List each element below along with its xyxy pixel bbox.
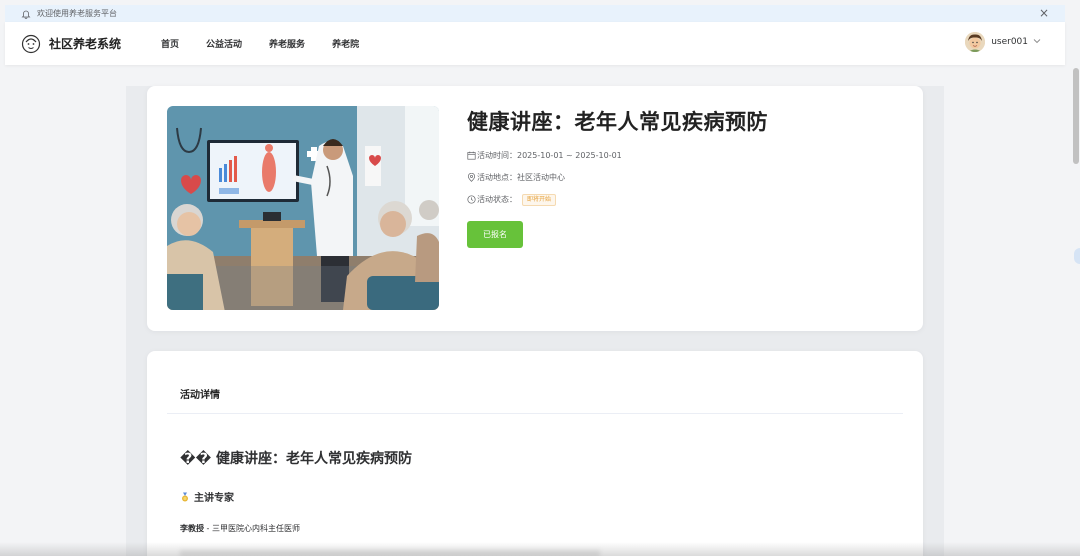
location-pin-icon	[467, 173, 476, 182]
username: user001	[991, 37, 1028, 47]
time-value: 2025-10-01 ~ 2025-10-01	[517, 151, 622, 160]
menu-item-elder-service[interactable]: 养老服务	[269, 37, 305, 50]
activity-title: 健康讲座：老年人常见疾病预防	[467, 110, 768, 134]
activity-status-row: 活动状态： 即将开始	[467, 193, 557, 206]
close-icon[interactable]: ×	[1039, 7, 1049, 20]
user-menu[interactable]: user001	[965, 32, 1041, 52]
notice-bar: 欢迎使用养老服务平台 ×	[5, 5, 1065, 22]
expert-line: 李教授 - 三甲医院心内科主任医师	[180, 523, 300, 534]
avatar	[965, 32, 986, 52]
activity-time-row: 活动时间： 2025-10-01 ~ 2025-10-01	[467, 150, 622, 161]
brand-title: 社区养老系统	[49, 37, 122, 51]
medal-icon	[180, 492, 190, 502]
menu-item-charity[interactable]: 公益活动	[206, 37, 242, 50]
side-float-tab[interactable]	[1074, 248, 1080, 264]
calendar-icon	[467, 151, 476, 160]
expert-name: 李教授	[180, 524, 204, 533]
status-badge: 即将开始	[522, 193, 557, 206]
main-menu: 首页 公益活动 养老服务 养老院	[161, 37, 386, 50]
details-heading: 活动详情	[180, 390, 220, 401]
time-label: 活动时间：	[477, 151, 517, 160]
brand[interactable]: 社区养老系统	[21, 34, 121, 54]
chevron-down-icon	[1033, 37, 1041, 47]
menu-item-nursing-home[interactable]: 养老院	[332, 37, 359, 50]
details-title: �� 健康讲座：老年人常见疾病预防	[180, 451, 413, 467]
bell-icon	[21, 9, 31, 19]
activity-card: 健康讲座：老年人常见疾病预防 活动时间： 2025-10-01 ~ 2025-1…	[147, 86, 923, 331]
expert-desc: - 三甲医院心内科主任医师	[204, 524, 300, 533]
expert-heading-row: 主讲专家	[180, 489, 234, 504]
registered-button[interactable]: 已报名	[467, 221, 523, 248]
activity-image	[167, 106, 439, 310]
expert-heading: 主讲专家	[194, 493, 234, 504]
top-navbar: 社区养老系统 首页 公益活动 养老服务 养老院 user001	[5, 22, 1065, 65]
page-scrollbar[interactable]	[1073, 68, 1079, 164]
activity-details-card: 活动详情 �� 健康讲座：老年人常见疾病预防 主讲专家 李教授 - 三甲医院心内…	[147, 351, 923, 556]
bottom-fade	[0, 542, 1080, 556]
menu-item-home[interactable]: 首页	[161, 37, 179, 50]
status-label: 活动状态：	[477, 195, 517, 204]
activity-location-row: 活动地点： 社区活动中心	[467, 172, 565, 183]
location-label: 活动地点：	[477, 173, 517, 182]
elderly-logo-icon	[21, 34, 41, 54]
divider	[167, 413, 903, 414]
clock-icon	[467, 195, 476, 204]
activity-info: 健康讲座：老年人常见疾病预防 活动时间： 2025-10-01 ~ 2025-1…	[467, 106, 768, 248]
location-value: 社区活动中心	[517, 173, 565, 182]
notice-text: 欢迎使用养老服务平台	[37, 9, 117, 18]
